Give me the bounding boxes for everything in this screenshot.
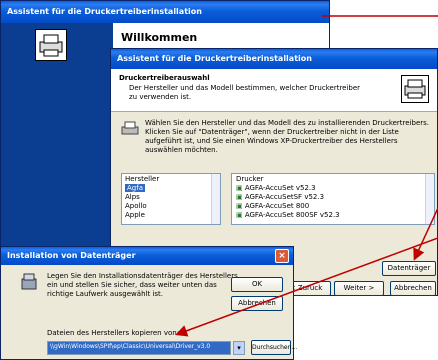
dropdown-arrow-icon[interactable]: ▾ [233, 341, 245, 355]
install-dialog-titlebar[interactable]: Installation von Datenträger [1, 247, 293, 265]
printer-header: Drucker [236, 175, 264, 183]
printer-list-item[interactable]: ▣ AGFA-AccuSetSF v52.3 [236, 193, 324, 201]
have-disk-button[interactable]: Datenträger [382, 261, 436, 276]
ok-button[interactable]: OK [231, 277, 283, 292]
wizard-back-heading: Willkommen [121, 31, 198, 44]
manufacturer-header: Hersteller [125, 175, 160, 183]
printer-driver-icon: ▣ [236, 211, 245, 219]
wizard-back-sidebar [1, 23, 113, 251]
manufacturer-item[interactable]: Agfa [125, 184, 145, 192]
next-button[interactable]: Weiter > [334, 281, 384, 296]
manufacturer-list[interactable]: Hersteller Agfa Alps Apollo Apple [121, 173, 221, 225]
printer-scrollbar[interactable] [425, 174, 434, 224]
manufacturer-item[interactable]: Apple [125, 211, 145, 219]
path-value: \\gWin\Windows\SPIf\ep\Classic\Universal… [50, 343, 211, 350]
printer-list-item[interactable]: ▣ AGFA-AccuSet v52.3 [236, 184, 316, 192]
printer-name: AGFA-AccuSet 800 [244, 202, 310, 210]
cancel-wizard-button[interactable]: Abbrechen [390, 281, 436, 296]
wizard-front-titlebar[interactable]: Assistent für die Druckertreiberinstalla… [111, 49, 437, 69]
printer-driver-icon: ▣ [236, 193, 245, 201]
close-icon[interactable]: × [275, 249, 289, 263]
section-title: Druckertreiberauswahl [119, 74, 210, 82]
printer-name: AGFA-AccuSetSF v52.3 [244, 193, 325, 201]
wizard-back-title: Assistent für die Druckertreiberinstalla… [7, 7, 202, 16]
section-subtitle: Der Hersteller und das Modell bestimmen,… [129, 84, 361, 101]
manufacturer-item[interactable]: Alps [125, 193, 140, 201]
install-from-disk-dialog: Installation von Datenträger × Legen Sie… [0, 246, 297, 360]
printer-instruction-icon [121, 121, 139, 137]
install-message: Legen Sie den Installationsdatenträger d… [47, 272, 238, 298]
printer-driver-icon: ▣ [236, 202, 245, 210]
printer-header-icon [401, 75, 429, 103]
copy-from-label: Dateien des Herstellers kopieren von: [47, 329, 180, 337]
manufacturer-item[interactable]: Apollo [125, 202, 147, 210]
instructions-text: Wählen Sie den Hersteller und das Modell… [145, 119, 430, 154]
manufacturer-scrollbar[interactable] [211, 174, 220, 224]
printer-list-item[interactable]: ▣ AGFA-AccuSet 800SF v52.3 [236, 211, 340, 219]
printer-driver-icon: ▣ [236, 184, 245, 192]
wizard-header-panel: Druckertreiberauswahl Der Hersteller und… [111, 69, 437, 112]
printer-name: AGFA-AccuSet v52.3 [244, 184, 316, 192]
printer-list[interactable]: Drucker ▣ AGFA-AccuSet v52.3 ▣ AGFA-Accu… [231, 173, 435, 225]
wizard-front-title: Assistent für die Druckertreiberinstalla… [117, 54, 312, 63]
printer-name: AGFA-AccuSet 800SF v52.3 [244, 211, 340, 219]
wizard-back-titlebar[interactable]: Assistent für die Druckertreiberinstalla… [1, 1, 329, 23]
disk-drive-icon [21, 273, 37, 291]
install-dialog-title: Installation von Datenträger [7, 251, 136, 260]
browse-button[interactable]: Durchsuchen... [251, 340, 297, 355]
path-combobox[interactable]: \\gWin\Windows\SPIf\ep\Classic\Universal… [47, 341, 231, 355]
printer-logo-icon [35, 29, 67, 61]
cancel-dialog-button[interactable]: Abbrechen [231, 296, 283, 311]
printer-list-item[interactable]: ▣ AGFA-AccuSet 800 [236, 202, 309, 210]
